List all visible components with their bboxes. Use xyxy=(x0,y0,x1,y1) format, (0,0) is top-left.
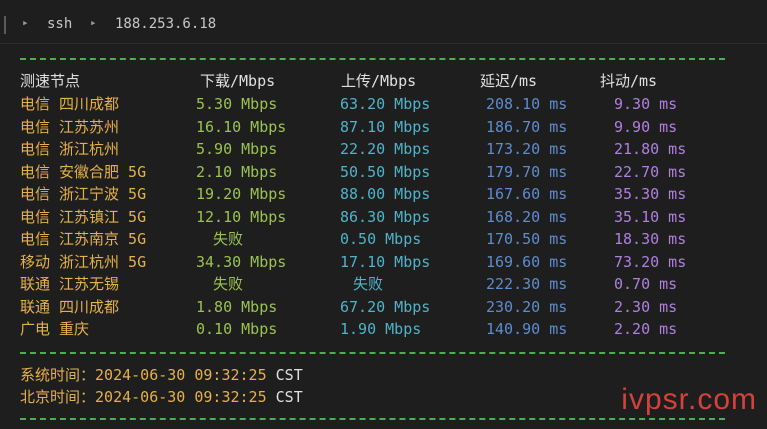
header-latency: 延迟/ms xyxy=(480,72,538,90)
table-row: 电信 江苏南京 5G 失败 0.50 Mbps 170.50 ms 18.30 ms xyxy=(0,228,767,250)
divider-middle xyxy=(20,352,725,354)
row-latency: 140.90 ms xyxy=(486,320,568,338)
row-node: 电信 江苏镇江 5G xyxy=(20,207,147,226)
table-row: 电信 浙江杭州 5.90 Mbps 22.20 Mbps 173.20 ms 21.80… xyxy=(0,138,767,160)
header-upload: 上传/Mbps xyxy=(341,72,417,90)
row-download: 5.30 Mbps xyxy=(196,95,278,113)
titlebar-divider xyxy=(4,16,6,34)
table-row: 电信 安徽合肥 5G 2.10 Mbps 50.50 Mbps 179.70 ms 22… xyxy=(0,161,767,183)
row-download: 失败 xyxy=(213,230,244,248)
row-jitter: 73.20 ms xyxy=(614,252,687,271)
beijing-time-label: 北京时间： xyxy=(20,388,96,406)
row-download: 2.10 Mbps xyxy=(196,162,278,181)
header-download: 下载/Mbps xyxy=(200,72,276,90)
row-upload: 88.00 Mbps xyxy=(340,185,431,203)
row-latency: 167.60 ms xyxy=(486,185,568,203)
row-jitter: 18.30 ms xyxy=(614,230,687,248)
row-latency: 170.50 ms xyxy=(486,230,568,248)
beijing-time-zone: CST xyxy=(275,388,303,406)
header-node: 测速节点 xyxy=(20,72,81,90)
row-node: 广电 重庆 xyxy=(20,320,90,338)
row-upload: 87.10 Mbps xyxy=(340,117,431,136)
row-download: 5.90 Mbps xyxy=(196,140,278,158)
row-jitter: 9.90 ms xyxy=(614,117,678,136)
table-row: 广电 重庆 0.10 Mbps 1.90 Mbps 140.90 ms 2.20 ms xyxy=(0,318,767,340)
row-jitter: 0.70 ms xyxy=(614,275,678,293)
row-upload: 17.10 Mbps xyxy=(340,252,431,271)
row-upload: 50.50 Mbps xyxy=(340,162,431,181)
row-download: 19.20 Mbps xyxy=(196,185,287,203)
watermark-logo: ivpsr.com xyxy=(621,383,757,416)
row-jitter: 35.30 ms xyxy=(614,185,687,203)
row-latency: 230.20 ms xyxy=(486,297,568,316)
table-header: 测速节点 下载/Mbps 上传/Mbps 延迟/ms 抖动/ms xyxy=(0,70,767,92)
row-upload: 0.50 Mbps xyxy=(340,230,422,248)
row-upload: 86.30 Mbps xyxy=(340,207,431,226)
breadcrumb-protocol[interactable]: ssh xyxy=(47,16,72,32)
row-download: 1.80 Mbps xyxy=(196,297,278,316)
table-row: 联通 四川成都 1.80 Mbps 67.20 Mbps 230.20 ms 2.30 … xyxy=(0,296,767,318)
row-node: 联通 四川成都 xyxy=(20,297,120,316)
system-time-value: 2024-06-30 09:32:25 xyxy=(95,366,267,384)
row-upload: 22.20 Mbps xyxy=(340,140,431,158)
system-time-label: 系统时间： xyxy=(20,366,96,384)
table-row: 电信 江苏苏州 16.10 Mbps 87.10 Mbps 186.70 ms 9.90… xyxy=(0,116,767,138)
table-row: 电信 浙江宁波 5G 19.20 Mbps 88.00 Mbps 167.60 ms 3… xyxy=(0,183,767,205)
row-download: 失败 xyxy=(213,275,244,293)
row-latency: 222.30 ms xyxy=(486,275,568,293)
beijing-time-value: 2024-06-30 09:32:25 xyxy=(95,388,267,406)
row-node: 移动 浙江杭州 5G xyxy=(20,252,147,271)
row-download: 16.10 Mbps xyxy=(196,117,287,136)
divider-bottom xyxy=(20,418,725,420)
row-jitter: 21.80 ms xyxy=(614,140,687,158)
row-upload: 63.20 Mbps xyxy=(340,95,431,113)
row-download: 0.10 Mbps xyxy=(196,320,278,338)
header-jitter: 抖动/ms xyxy=(600,72,658,90)
chevron-right-icon: ▸ xyxy=(22,16,29,29)
row-node: 电信 江苏苏州 xyxy=(20,117,120,136)
row-node: 电信 四川成都 xyxy=(20,95,120,113)
row-jitter: 2.20 ms xyxy=(614,320,678,338)
row-node: 电信 江苏南京 5G xyxy=(20,230,147,248)
table-row: 移动 浙江杭州 5G 34.30 Mbps 17.10 Mbps 169.60 ms 7… xyxy=(0,251,767,273)
row-jitter: 9.30 ms xyxy=(614,95,678,113)
system-time-line: 系统时间：2024-06-30 09:32:25 CST xyxy=(20,364,303,386)
row-node: 电信 浙江杭州 xyxy=(20,140,120,158)
row-node: 电信 浙江宁波 5G xyxy=(20,185,147,203)
row-download: 34.30 Mbps xyxy=(196,252,287,271)
row-latency: 169.60 ms xyxy=(486,252,568,271)
table-row: 电信 江苏镇江 5G 12.10 Mbps 86.30 Mbps 168.20 ms 3… xyxy=(0,206,767,228)
row-node: 联通 江苏无锡 xyxy=(20,275,120,293)
breadcrumb-host[interactable]: 188.253.6.18 xyxy=(115,16,216,32)
row-latency: 173.20 ms xyxy=(486,140,568,158)
row-upload: 失败 xyxy=(353,275,384,293)
row-latency: 186.70 ms xyxy=(486,117,568,136)
row-latency: 168.20 ms xyxy=(486,207,568,226)
row-jitter: 22.70 ms xyxy=(614,162,687,181)
beijing-time-line: 北京时间：2024-06-30 09:32:25 CST xyxy=(20,386,303,408)
row-upload: 1.90 Mbps xyxy=(340,320,422,338)
row-latency: 208.10 ms xyxy=(486,95,568,113)
row-latency: 179.70 ms xyxy=(486,162,568,181)
row-jitter: 2.30 ms xyxy=(614,297,678,316)
row-upload: 67.20 Mbps xyxy=(340,297,431,316)
terminal-titlebar: ▸ ssh ▸ 188.253.6.18 xyxy=(0,0,767,44)
chevron-right-icon: ▸ xyxy=(90,16,97,29)
row-node: 电信 安徽合肥 5G xyxy=(20,162,147,181)
divider-top xyxy=(20,58,725,60)
table-row: 电信 四川成都 5.30 Mbps 63.20 Mbps 208.10 ms 9.30 … xyxy=(0,93,767,115)
row-jitter: 35.10 ms xyxy=(614,207,687,226)
system-time-zone: CST xyxy=(275,366,303,384)
table-row: 联通 江苏无锡 失败 失败 222.30 ms 0.70 ms xyxy=(0,273,767,295)
row-download: 12.10 Mbps xyxy=(196,207,287,226)
